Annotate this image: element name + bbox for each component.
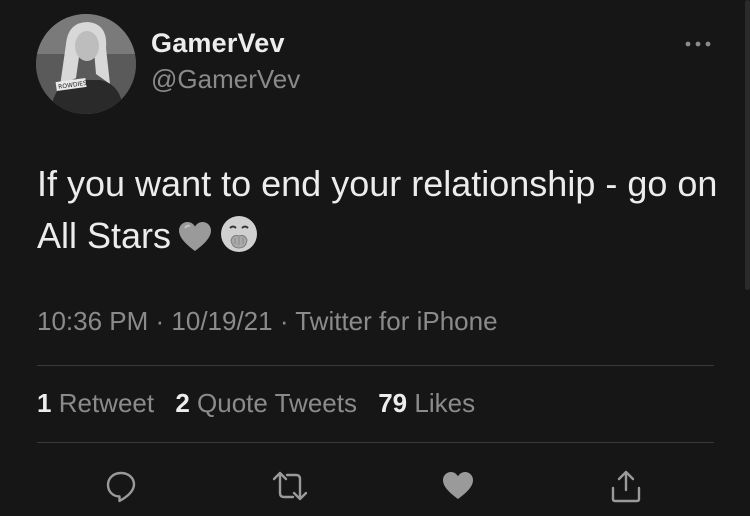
avatar[interactable]: ROWDIES — [36, 14, 136, 114]
divider — [37, 365, 714, 366]
reply-icon[interactable] — [101, 466, 141, 506]
grey-heart-icon — [177, 216, 213, 268]
tweet-body: If you want to end your relationship - g… — [37, 163, 718, 256]
scrollbar[interactable] — [745, 0, 750, 290]
tweet-timestamp[interactable]: 10:36 PM · 10/19/21 · Twitter for iPhone — [37, 306, 498, 337]
display-name[interactable]: GamerVev — [151, 28, 285, 59]
face-with-hand-over-mouth-icon — [219, 214, 259, 268]
retweet-count[interactable]: 1 Retweet — [37, 388, 154, 418]
tweet-stats: 1 Retweet 2 Quote Tweets 79 Likes — [37, 388, 489, 419]
more-options-icon[interactable] — [678, 30, 718, 60]
action-bar — [0, 462, 750, 510]
like-count[interactable]: 79 Likes — [378, 388, 475, 418]
retweet-icon[interactable] — [270, 466, 310, 506]
avatar-image: ROWDIES — [36, 14, 136, 114]
tweet-text: If you want to end your relationship - g… — [37, 158, 727, 268]
user-handle[interactable]: @GamerVev — [151, 64, 300, 95]
share-icon[interactable] — [606, 466, 646, 506]
quote-tweet-count[interactable]: 2 Quote Tweets — [175, 388, 357, 418]
like-icon[interactable] — [438, 466, 478, 506]
tweet-detail: ROWDIES GamerVev @GamerVev If you want t… — [0, 0, 750, 516]
divider — [37, 442, 714, 443]
